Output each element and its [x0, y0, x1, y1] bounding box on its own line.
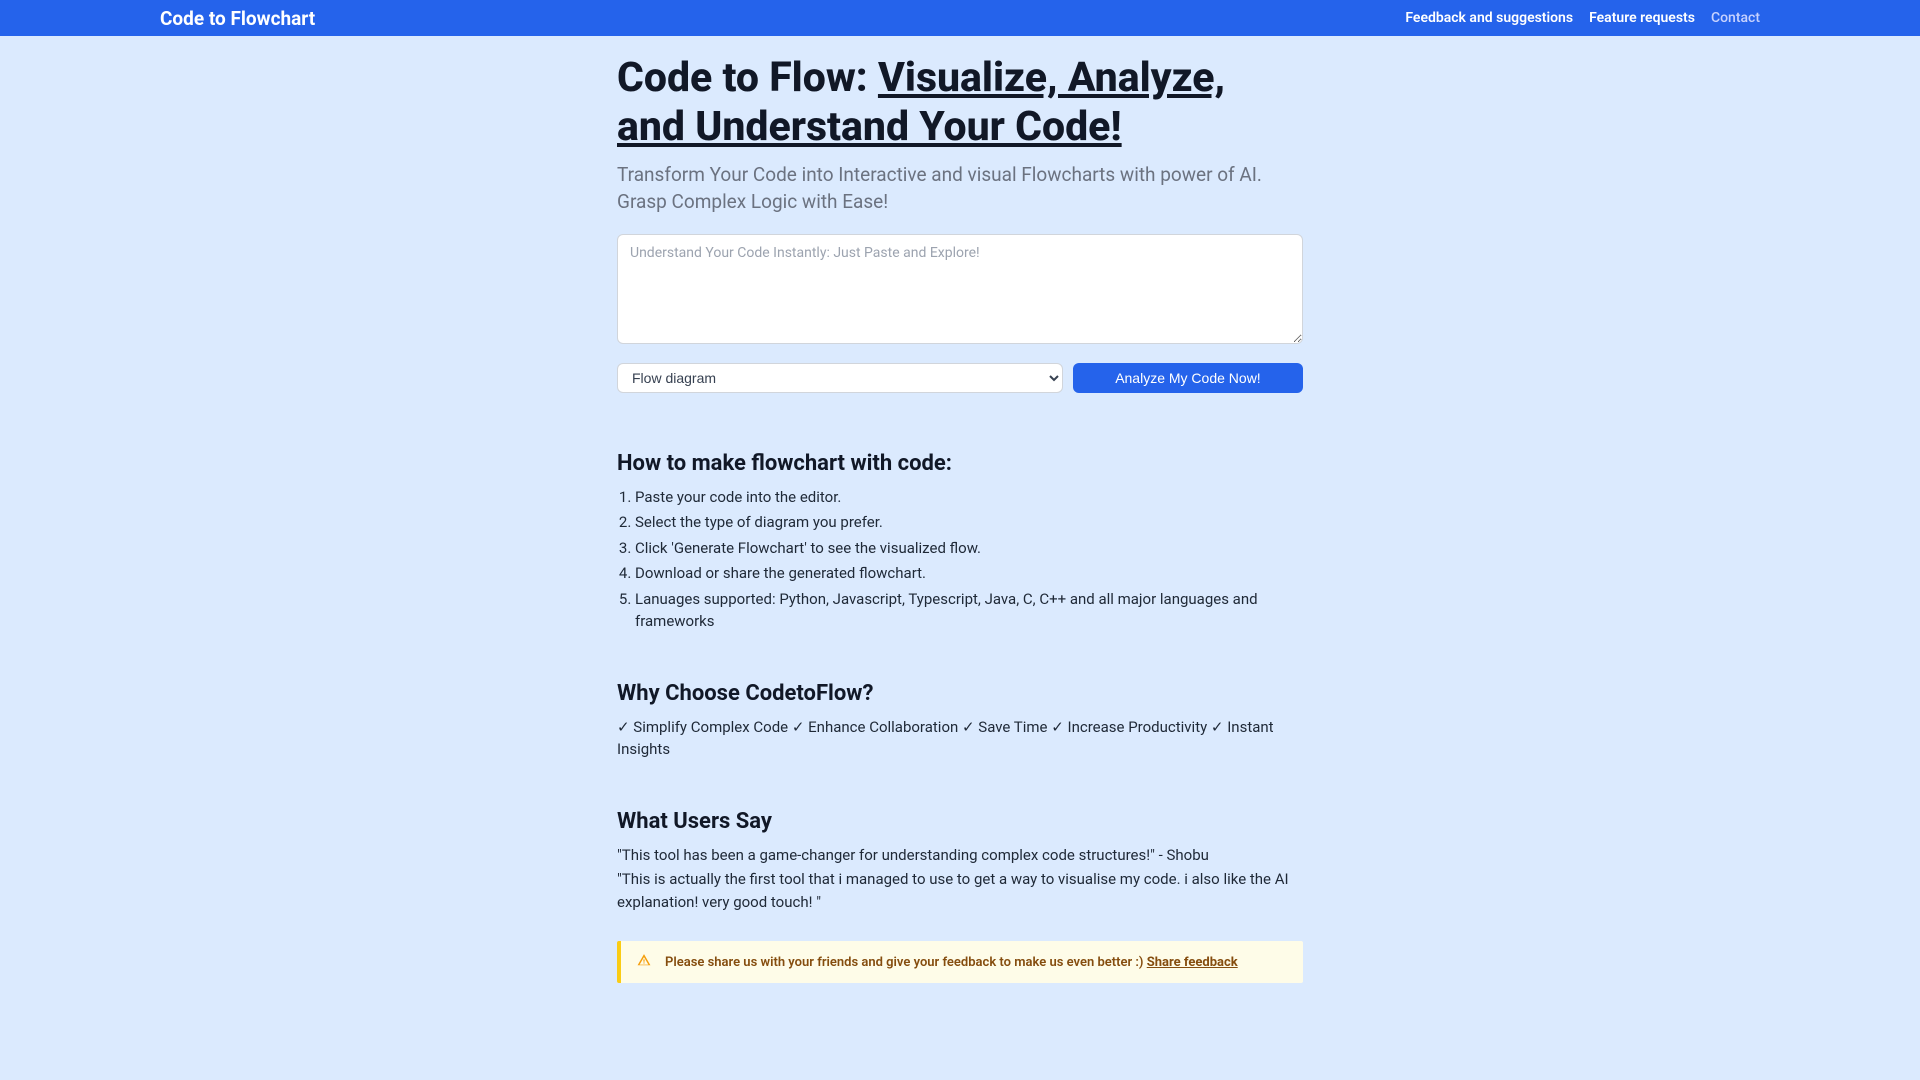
main-content: Code to Flow: Visualize, Analyze, and Un… [617, 36, 1303, 983]
warning-icon [637, 953, 651, 971]
controls-row: Flow diagram Analyze My Code Now! [617, 363, 1303, 393]
nav-feedback-link[interactable]: Feedback and suggestions [1405, 10, 1573, 26]
testimonial-item: "This tool has been a game-changer for u… [617, 844, 1303, 867]
alert-message: Please share us with your friends and gi… [665, 955, 1147, 970]
howto-section: How to make flowchart with code: Paste y… [617, 451, 1303, 633]
code-input[interactable] [617, 234, 1303, 344]
hero-title-prefix: Code to Flow: [617, 54, 878, 102]
howto-steps: Paste your code into the editor. Select … [617, 486, 1303, 633]
testimonials-title: What Users Say [617, 809, 1303, 834]
howto-step: Select the type of diagram you prefer. [635, 511, 1303, 534]
why-benefits: ✓ Simplify Complex Code ✓ Enhance Collab… [617, 716, 1303, 761]
share-feedback-link[interactable]: Share feedback [1147, 955, 1238, 970]
howto-step: Lanuages supported: Python, Javascript, … [635, 588, 1303, 633]
howto-step: Paste your code into the editor. [635, 486, 1303, 509]
why-title: Why Choose CodetoFlow? [617, 681, 1303, 706]
howto-step: Download or share the generated flowchar… [635, 562, 1303, 585]
nav-feature-requests-link[interactable]: Feature requests [1589, 10, 1695, 26]
howto-title: How to make flowchart with code: [617, 451, 1303, 476]
header: Code to Flowchart Feedback and suggestio… [0, 0, 1920, 36]
hero-title: Code to Flow: Visualize, Analyze, and Un… [617, 54, 1303, 152]
testimonials-section: What Users Say "This tool has been a gam… [617, 809, 1303, 914]
nav-contact-link[interactable]: Contact [1711, 10, 1760, 26]
feedback-alert: Please share us with your friends and gi… [617, 941, 1303, 983]
why-section: Why Choose CodetoFlow? ✓ Simplify Comple… [617, 681, 1303, 761]
alert-text-container: Please share us with your friends and gi… [665, 955, 1238, 970]
hero-subtitle: Transform Your Code into Interactive and… [617, 162, 1303, 215]
analyze-button[interactable]: Analyze My Code Now! [1073, 363, 1303, 393]
testimonial-item: "This is actually the first tool that i … [617, 868, 1303, 913]
diagram-type-select[interactable]: Flow diagram [617, 363, 1063, 393]
header-nav: Feedback and suggestions Feature request… [1405, 10, 1760, 26]
logo[interactable]: Code to Flowchart [160, 7, 315, 30]
howto-step: Click 'Generate Flowchart' to see the vi… [635, 537, 1303, 560]
